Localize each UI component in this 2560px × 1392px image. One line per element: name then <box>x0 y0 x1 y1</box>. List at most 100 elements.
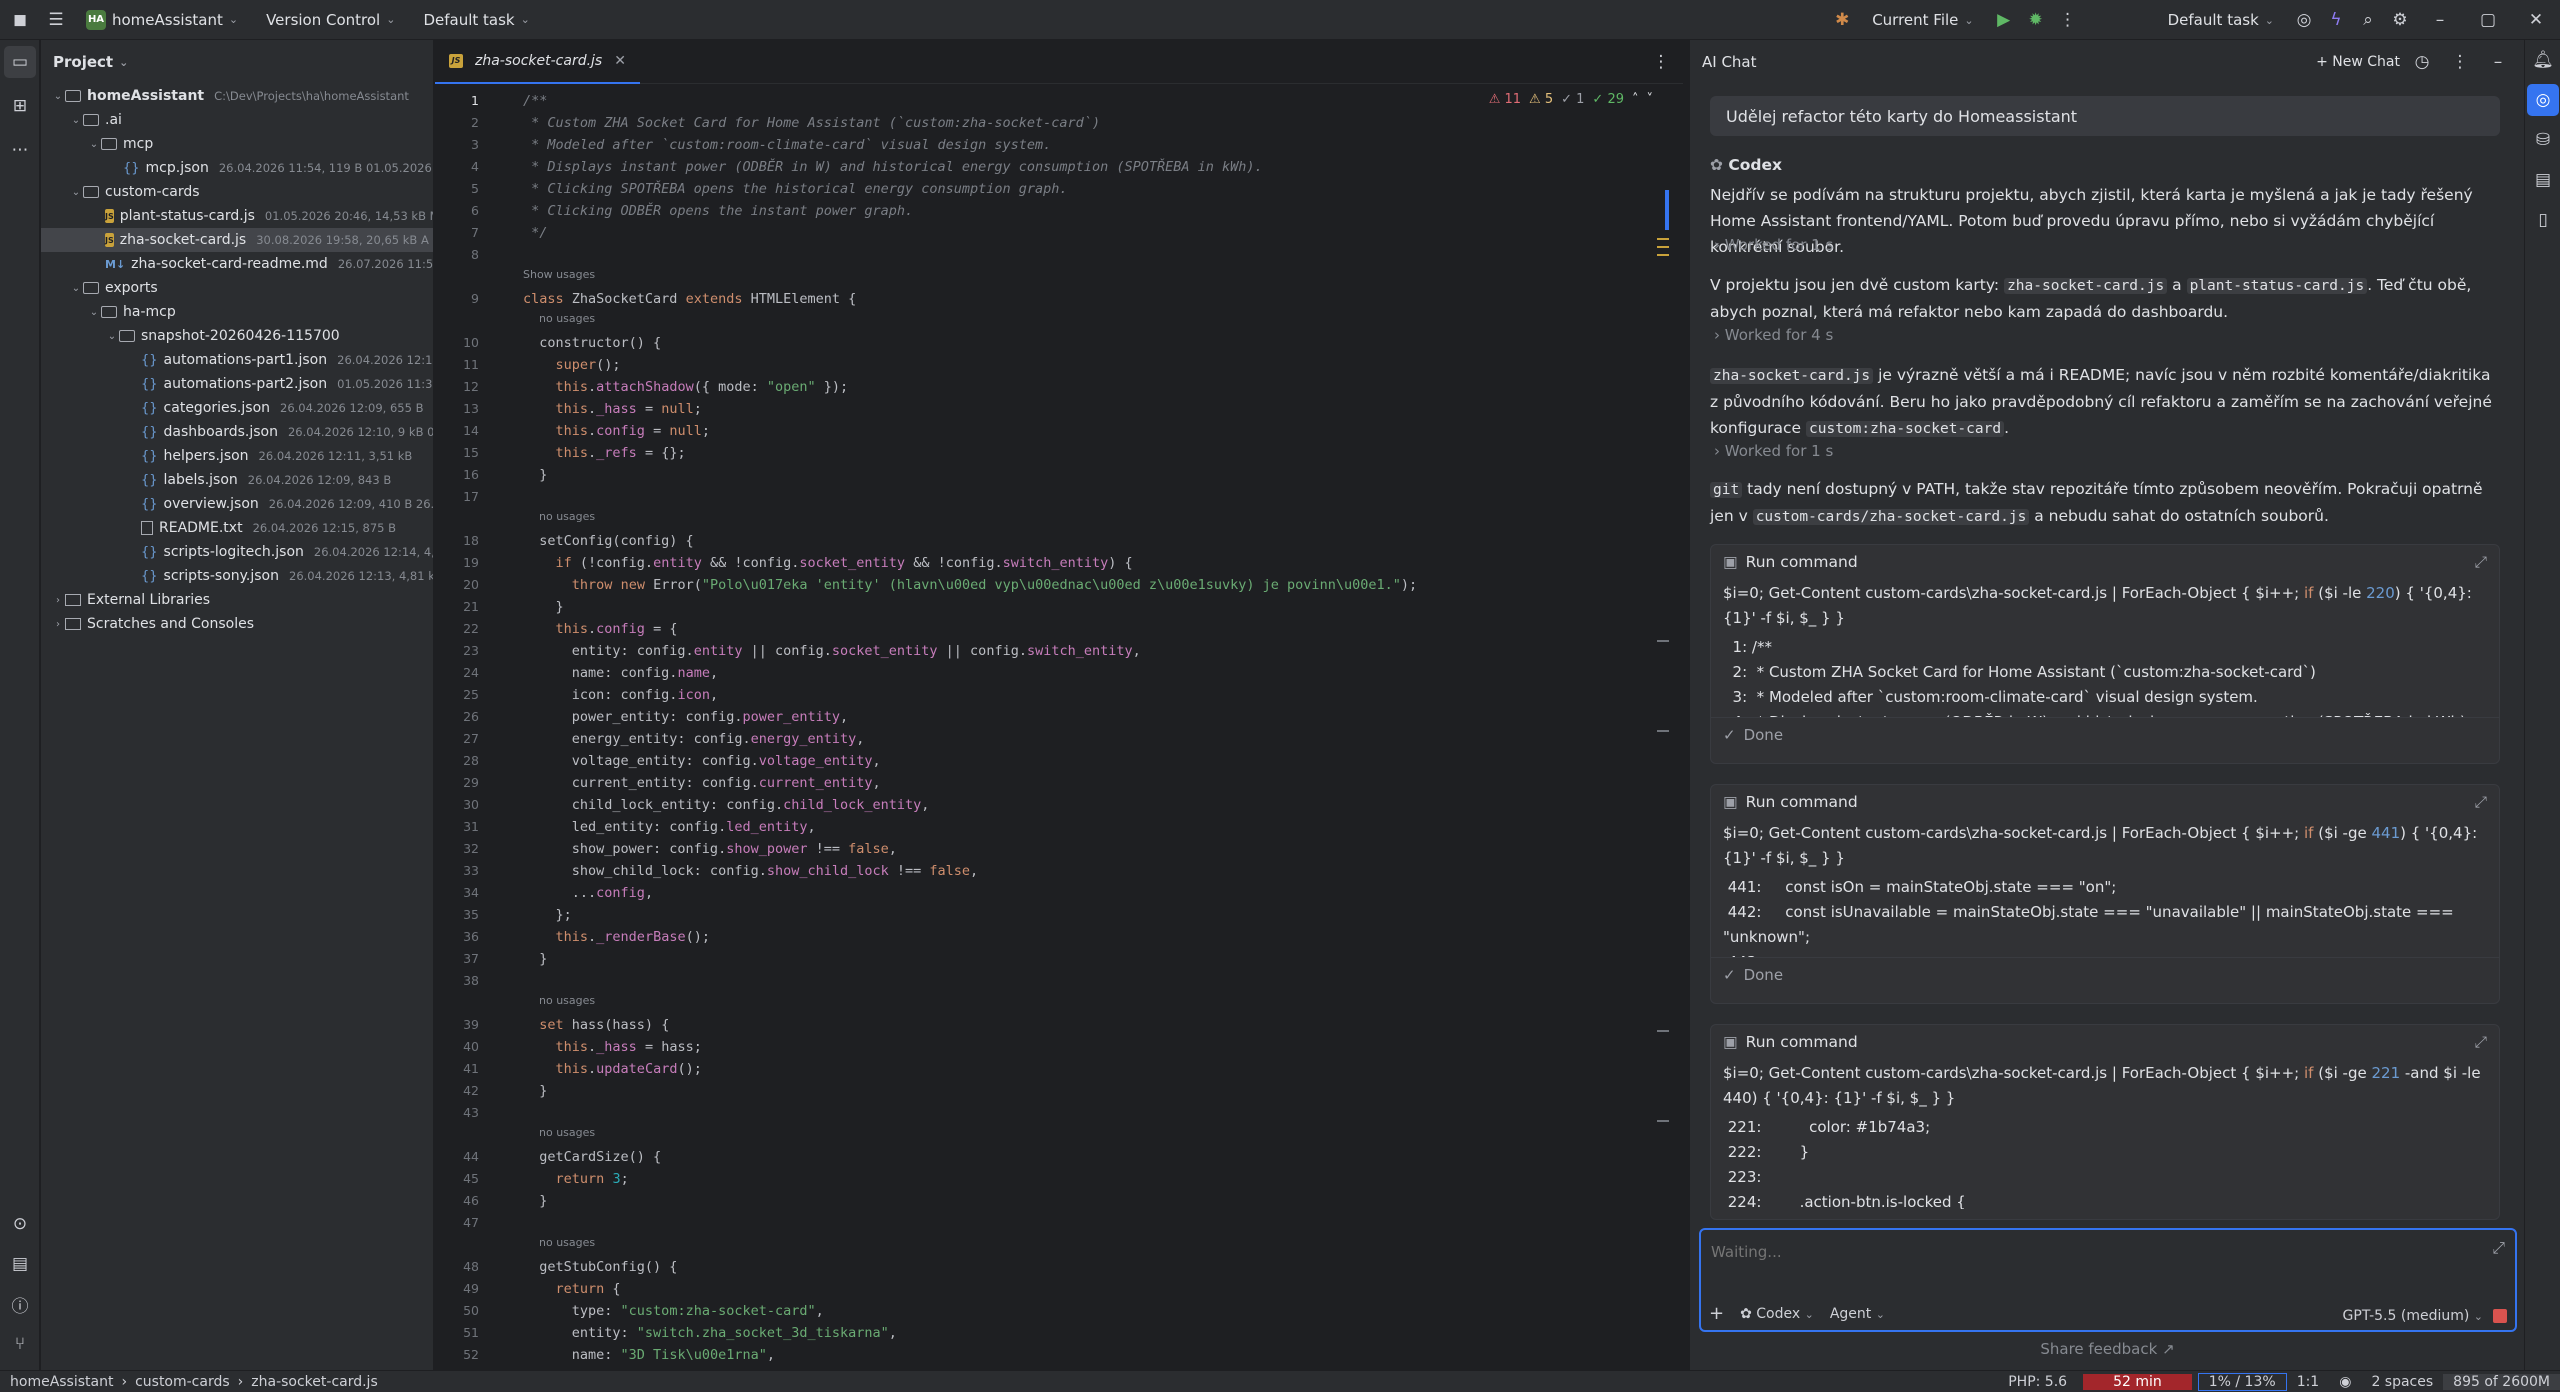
expand-arrow-icon[interactable]: ⌄ <box>51 91 65 102</box>
breadcrumb-file[interactable]: zha-socket-card.js <box>251 1374 377 1390</box>
project-panel-header[interactable]: Project ⌄ <box>41 40 433 84</box>
task-menu-right[interactable]: Default task ⌄ <box>2154 0 2288 40</box>
breadcrumb-project[interactable]: homeAssistant <box>10 1374 113 1390</box>
progress-indicator[interactable]: 1% / 13% <box>2197 1372 2287 1391</box>
tree-item[interactable]: {} dashboards.json 26.04.2026 12:10, 9 kB … <box>41 420 433 444</box>
tree-item[interactable]: {} overview.json 26.04.2026 12:09, 410 B 2… <box>41 492 433 516</box>
search-icon[interactable]: ⌕ <box>2352 4 2384 36</box>
more-tools-icon[interactable]: ⋯ <box>4 134 36 166</box>
tree-item[interactable]: ⌄ snapshot-20260426-115700 <box>41 324 433 348</box>
chevron-up-icon[interactable]: ˄ <box>1632 92 1639 107</box>
expand-arrow-icon[interactable]: ⌄ <box>69 115 83 126</box>
usages-hint[interactable]: no usages <box>539 1126 595 1139</box>
tree-item[interactable]: JS zha-socket-card.js 30.08.2026 19:58, 20… <box>41 228 433 252</box>
terminal-icon[interactable]: ▤ <box>4 1248 36 1280</box>
project-switcher[interactable]: HA homeAssistant ⌄ <box>72 0 252 40</box>
close-tab-icon[interactable]: ✕ <box>614 53 626 69</box>
timer-badge[interactable]: 52 min <box>2083 1373 2192 1390</box>
tree-item[interactable]: README.txt 26.04.2026 12:15, 875 B <box>41 516 433 540</box>
expand-arrow-icon[interactable]: ⌄ <box>87 307 101 318</box>
run-config-select[interactable]: Current File ⌄ <box>1858 0 1987 40</box>
more-icon[interactable]: ⋮ <box>2444 46 2476 78</box>
services-icon[interactable]: ⊙ <box>4 1208 36 1240</box>
tree-item[interactable]: M↓ zha-socket-card-readme.md 26.07.2026 11… <box>41 252 433 276</box>
tree-item[interactable]: {} labels.json 26.04.2026 12:09, 843 B <box>41 468 433 492</box>
hide-panel-icon[interactable]: – <box>2482 46 2514 78</box>
usages-hint[interactable]: no usages <box>539 510 595 523</box>
tree-item[interactable]: {} helpers.json 26.04.2026 12:11, 3,51 kB <box>41 444 433 468</box>
agent-selector[interactable]: ✿ Codex ⌄ <box>1740 1306 1814 1322</box>
layers-icon[interactable]: ▤ <box>2527 164 2559 196</box>
structure-tool-icon[interactable]: ⊞ <box>4 90 36 122</box>
tabs-menu-icon[interactable]: ⋮ <box>1645 46 1677 78</box>
expand-input-icon[interactable]: ⤢ <box>2492 1238 2505 1258</box>
worked-toggle[interactable]: › Worked for 1 s <box>1714 236 1833 254</box>
chevron-down-icon[interactable]: ˅ <box>1647 92 1654 107</box>
usages-hint[interactable]: no usages <box>539 994 595 1007</box>
run-command-header[interactable]: ▣ Run command ⤢ <box>1711 1025 2499 1059</box>
mode-selector[interactable]: Agent ⌄ <box>1830 1306 1885 1322</box>
run-command-header[interactable]: ▣ Run command ⤢ <box>1711 785 2499 819</box>
usages-hint[interactable]: Show usages <box>523 268 595 281</box>
worked-toggle[interactable]: › Worked for 1 s <box>1714 442 1833 460</box>
expand-arrow-icon[interactable]: › <box>51 595 65 606</box>
lightning-icon[interactable]: ϟ <box>2320 4 2352 36</box>
tree-item[interactable]: ⌄ ha-mcp <box>41 300 433 324</box>
tree-item[interactable]: {} mcp.json 26.04.2026 11:54, 119 B 01.05.… <box>41 156 433 180</box>
vcs-menu[interactable]: Version Control ⌄ <box>252 0 409 40</box>
problems-icon[interactable]: ⓘ <box>4 1288 36 1320</box>
tree-item[interactable]: ⌄ mcp <box>41 132 433 156</box>
indent-setting[interactable]: 2 spaces <box>2361 1374 2443 1390</box>
tree-item[interactable]: {} scripts-logitech.json 26.04.2026 12:14,… <box>41 540 433 564</box>
usages-hint[interactable]: no usages <box>539 1236 595 1249</box>
debug-icon[interactable]: ✹ <box>2020 4 2052 36</box>
close-icon[interactable]: ✕ <box>2512 4 2560 36</box>
attach-icon[interactable]: + <box>1709 1303 1724 1324</box>
code-area[interactable]: /** * Custom ZHA Socket Card for Home As… <box>523 86 1523 1370</box>
database-icon[interactable]: ⛁ <box>2527 124 2559 156</box>
run-command-header[interactable]: ▣ Run command ⤢ <box>1711 545 2499 579</box>
tree-item[interactable]: ⌄ .ai <box>41 108 433 132</box>
expand-icon[interactable]: ⤢ <box>2475 793 2487 812</box>
tree-item[interactable]: ⌄ exports <box>41 276 433 300</box>
memory-indicator[interactable]: 895 of 2600M <box>2443 1373 2560 1390</box>
new-chat-button[interactable]: + New Chat <box>2316 54 2400 70</box>
project-tool-icon[interactable]: ▭ <box>4 46 36 78</box>
expand-arrow-icon[interactable]: ⌄ <box>69 187 83 198</box>
tree-item[interactable]: › Scratches and Consoles <box>41 612 433 636</box>
worked-toggle[interactable]: › Worked for 4 s <box>1714 326 1833 344</box>
tree-item[interactable]: ⌄ homeAssistant C:\Dev\Projects\ha\homeAss… <box>41 84 433 108</box>
usages-hint[interactable]: no usages <box>539 312 595 325</box>
more-icon[interactable]: ⋮ <box>2052 4 2084 36</box>
tree-item[interactable]: › External Libraries <box>41 588 433 612</box>
app-logo-icon[interactable]: ◼ <box>0 4 40 36</box>
gear-icon[interactable]: ⚙ <box>2384 4 2416 36</box>
php-version[interactable]: PHP: 5.6 <box>1998 1374 2077 1390</box>
tab-zha-socket-card[interactable]: JS zha-socket-card.js ✕ <box>435 40 640 84</box>
stop-button[interactable] <box>2493 1309 2507 1323</box>
history-icon[interactable]: ◷ <box>2406 46 2438 78</box>
model-selector[interactable]: GPT-5.5 (medium) ⌄ <box>2343 1308 2483 1324</box>
share-feedback-link[interactable]: Share feedback ↗ <box>1690 1340 2525 1358</box>
notifications-icon[interactable]: 🔔︎ <box>2527 44 2559 76</box>
task-menu[interactable]: Default task ⌄ <box>409 0 543 40</box>
run-icon[interactable]: ▶ <box>1988 4 2020 36</box>
tree-item[interactable]: {} automations-part1.json 26.04.2026 12:11… <box>41 348 433 372</box>
expand-arrow-icon[interactable]: ⌄ <box>69 283 83 294</box>
expand-icon[interactable]: ⤢ <box>2475 1033 2487 1052</box>
expand-arrow-icon[interactable]: ⌄ <box>105 331 119 342</box>
breadcrumb[interactable]: homeAssistant › custom-cards › zha-socket-… <box>0 1374 388 1390</box>
ai-assistant-icon[interactable]: ◎ <box>2288 4 2320 36</box>
maximize-icon[interactable]: ▢ <box>2464 4 2512 36</box>
breadcrumb-folder[interactable]: custom-cards <box>135 1374 230 1390</box>
expand-arrow-icon[interactable]: › <box>51 619 65 630</box>
tree-item[interactable]: {} automations-part2.json 01.05.2026 11:39… <box>41 372 433 396</box>
main-menu-icon[interactable]: ☰ <box>40 4 72 36</box>
tree-item[interactable]: {} scripts-sony.json 26.04.2026 12:13, 4,8… <box>41 564 433 588</box>
tree-item[interactable]: ⌄ custom-cards <box>41 180 433 204</box>
tree-item[interactable]: {} categories.json 26.04.2026 12:09, 655 B <box>41 396 433 420</box>
eye-icon[interactable]: ◉ <box>2329 1374 2361 1390</box>
file-icon[interactable]: ▯ <box>2527 204 2559 236</box>
expand-arrow-icon[interactable]: ⌄ <box>87 139 101 150</box>
git-icon[interactable]: ⑂ <box>4 1328 36 1360</box>
